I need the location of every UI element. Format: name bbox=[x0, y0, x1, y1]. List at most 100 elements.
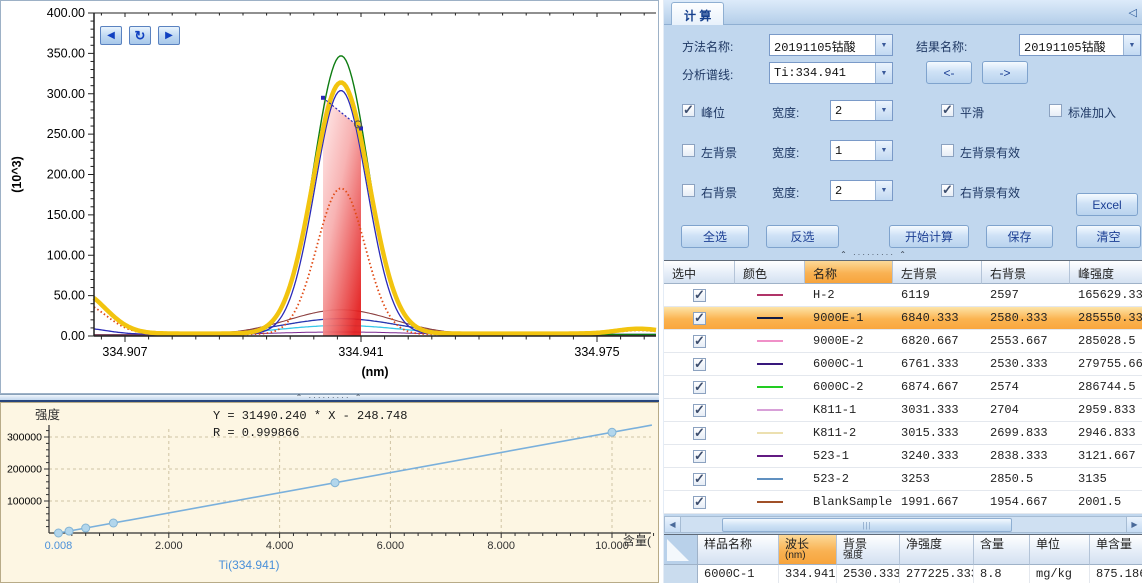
chevron-down-icon[interactable]: ▼ bbox=[875, 101, 892, 120]
chart-nav-buttons: ◀ ↻ ▶ bbox=[100, 26, 180, 45]
detail-header-3[interactable]: 净强度 bbox=[900, 535, 974, 565]
scroll-right-icon[interactable]: ▶ bbox=[1126, 517, 1142, 532]
row-checkbox[interactable] bbox=[693, 450, 706, 463]
left-background-checkbox[interactable] bbox=[682, 144, 695, 157]
collapse-panel-icon[interactable]: ◁ bbox=[1129, 6, 1137, 19]
sample-name: 523-2 bbox=[805, 468, 893, 490]
scroll-left-icon[interactable]: ◀ bbox=[665, 517, 681, 532]
result-name-combo[interactable]: 20191105钴酸 ▼ bbox=[1019, 34, 1141, 56]
detail-header-2[interactable]: 背景强度 bbox=[837, 535, 900, 565]
table-row[interactable]: 523-13240.3332838.3333121.667 bbox=[664, 445, 1142, 468]
left-bg-width-value: 1 bbox=[831, 141, 875, 160]
series-color-swatch bbox=[757, 340, 783, 342]
row-checkbox[interactable] bbox=[693, 427, 706, 440]
excel-button[interactable]: Excel bbox=[1076, 193, 1138, 216]
left-background-value: 6820.667 bbox=[893, 330, 982, 352]
chevron-down-icon[interactable]: ▼ bbox=[875, 141, 892, 160]
clear-button[interactable]: 清空 bbox=[1076, 225, 1141, 248]
chevron-down-icon[interactable]: ▼ bbox=[1123, 35, 1140, 55]
results-header-0[interactable]: 选中 bbox=[664, 261, 735, 284]
right-bg-valid-checkbox[interactable] bbox=[941, 184, 954, 197]
left-background-value: 6119 bbox=[893, 284, 982, 306]
svg-text:(nm): (nm) bbox=[361, 365, 388, 379]
row-checkbox[interactable] bbox=[693, 404, 706, 417]
peak-intensity-value: 285028.5 bbox=[1070, 330, 1142, 352]
right-background-value: 2530.333 bbox=[982, 353, 1070, 375]
next-result-button[interactable]: -> bbox=[982, 61, 1028, 84]
detail-header-5[interactable]: 单位 bbox=[1030, 535, 1090, 565]
results-header-5[interactable]: 峰强度 bbox=[1070, 261, 1142, 284]
results-header-4[interactable]: 右背景 bbox=[982, 261, 1070, 284]
results-header-1[interactable]: 颜色 bbox=[735, 261, 805, 284]
detail-header-4[interactable]: 含量 bbox=[974, 535, 1030, 565]
detail-header-1[interactable]: 波长(nm) bbox=[779, 535, 837, 565]
horizontal-splitter[interactable]: ⌃ ········· ⌃ bbox=[0, 394, 659, 402]
row-checkbox[interactable] bbox=[693, 335, 706, 348]
svg-text:200.00: 200.00 bbox=[47, 168, 85, 182]
left-background-value: 3031.333 bbox=[893, 399, 982, 421]
next-line-button[interactable]: ▶ bbox=[158, 26, 180, 45]
peak-position-checkbox[interactable] bbox=[682, 104, 695, 117]
table-row[interactable]: BlankSample11991.6671954.6672001.5 bbox=[664, 491, 1142, 514]
svg-text:6.000: 6.000 bbox=[377, 540, 405, 552]
table-row[interactable]: 9000E-16840.3332580.333285550.333 bbox=[664, 307, 1142, 330]
result-name-label: 结果名称: bbox=[916, 38, 967, 55]
vertical-splitter[interactable]: ⌃ ········· ⌃ bbox=[784, 252, 964, 258]
right-bg-width-combo[interactable]: 2 ▼ bbox=[830, 180, 893, 201]
right-background-value: 2574 bbox=[982, 376, 1070, 398]
app-window: 0.0050.00100.00150.00200.00250.00300.003… bbox=[0, 0, 1142, 583]
row-checkbox[interactable] bbox=[693, 381, 706, 394]
detail-table: 样品名称波长(nm)背景强度净强度含量单位单含量 6000C-1334.9412… bbox=[664, 534, 1142, 583]
analysis-line-combo[interactable]: Ti:334.941 ▼ bbox=[769, 62, 893, 84]
smooth-label: 平滑 bbox=[960, 104, 984, 121]
invert-selection-button[interactable]: 反选 bbox=[766, 225, 839, 248]
table-row[interactable]: 523-232532850.53135 bbox=[664, 468, 1142, 491]
method-name-combo[interactable]: 20191105钴酸 ▼ bbox=[769, 34, 893, 56]
select-all-button[interactable]: 全选 bbox=[681, 225, 749, 248]
right-background-checkbox[interactable] bbox=[682, 184, 695, 197]
left-bg-valid-checkbox[interactable] bbox=[941, 144, 954, 157]
scrollbar-thumb[interactable]: ||| bbox=[722, 518, 1012, 532]
peak-intensity-value: 286744.5 bbox=[1070, 376, 1142, 398]
results-header-3[interactable]: 左背景 bbox=[893, 261, 982, 284]
table-row[interactable]: K811-13031.33327042959.833 bbox=[664, 399, 1142, 422]
table-row[interactable]: 9000E-26820.6672553.667285028.5 bbox=[664, 330, 1142, 353]
horizontal-scrollbar[interactable]: ◀ ||| ▶ bbox=[664, 516, 1142, 533]
chevron-down-icon[interactable]: ▼ bbox=[875, 181, 892, 200]
row-checkbox[interactable] bbox=[693, 496, 706, 509]
table-row[interactable]: 6000C-26874.6672574286744.5 bbox=[664, 376, 1142, 399]
left-bg-width-combo[interactable]: 1 ▼ bbox=[830, 140, 893, 161]
tab-calculate[interactable]: 计 算 bbox=[671, 2, 724, 25]
standard-addition-checkbox[interactable] bbox=[1049, 104, 1062, 117]
peak-width-combo[interactable]: 2 ▼ bbox=[830, 100, 893, 121]
detail-header-0[interactable]: 样品名称 bbox=[698, 535, 779, 565]
prev-result-button[interactable]: <- bbox=[926, 61, 972, 84]
table-row[interactable]: H-261192597165629.333 bbox=[664, 284, 1142, 307]
detail-table-row[interactable]: 6000C-1334.9412530.333277225.3338.8mg/kg… bbox=[664, 565, 1142, 583]
svg-text:100.00: 100.00 bbox=[47, 248, 85, 262]
start-calculation-button[interactable]: 开始计算 bbox=[889, 225, 969, 248]
save-button[interactable]: 保存 bbox=[986, 225, 1053, 248]
table-row[interactable]: K811-23015.3332699.8332946.833 bbox=[664, 422, 1142, 445]
row-checkbox[interactable] bbox=[693, 473, 706, 486]
detail-cell-5: mg/kg bbox=[1030, 565, 1090, 583]
smooth-checkbox[interactable] bbox=[941, 104, 954, 117]
left-background-label: 左背景 bbox=[701, 144, 737, 161]
svg-text:250.00: 250.00 bbox=[47, 127, 85, 141]
svg-text:Y = 31490.240 * X - 248.748: Y = 31490.240 * X - 248.748 bbox=[213, 409, 407, 423]
row-checkbox[interactable] bbox=[693, 312, 706, 325]
prev-line-button[interactable]: ◀ bbox=[100, 26, 122, 45]
svg-text:0.00: 0.00 bbox=[61, 329, 85, 343]
svg-text:200000: 200000 bbox=[7, 464, 42, 476]
results-header-2[interactable]: 名称 bbox=[805, 261, 893, 284]
right-background-value: 2597 bbox=[982, 284, 1070, 306]
detail-header-6[interactable]: 单含量 bbox=[1090, 535, 1142, 565]
refresh-icon[interactable]: ↻ bbox=[129, 26, 151, 45]
chevron-down-icon[interactable]: ▼ bbox=[875, 63, 892, 83]
chevron-down-icon[interactable]: ▼ bbox=[875, 35, 892, 55]
row-checkbox[interactable] bbox=[693, 289, 706, 302]
sample-name: BlankSample1 bbox=[805, 491, 893, 513]
row-checkbox[interactable] bbox=[693, 358, 706, 371]
table-row[interactable]: 6000C-16761.3332530.333279755.667 bbox=[664, 353, 1142, 376]
corner-cell[interactable] bbox=[664, 535, 698, 565]
